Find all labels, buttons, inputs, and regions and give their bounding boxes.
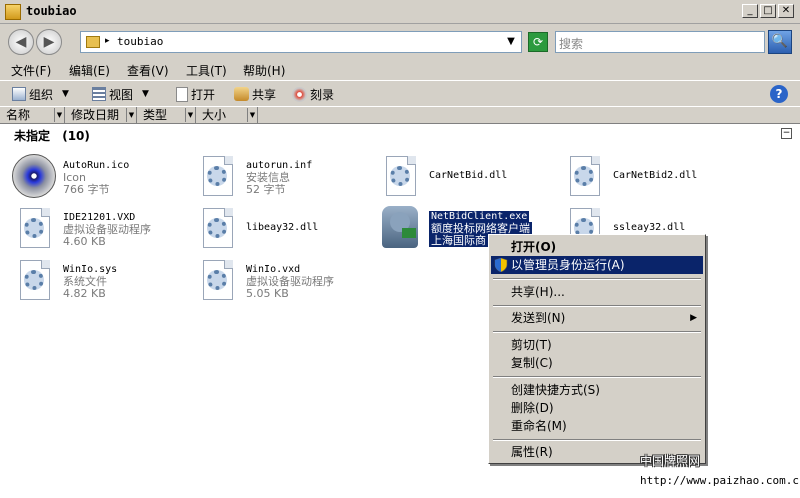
disc-icon [292, 86, 307, 102]
help-icon[interactable]: ? [770, 85, 788, 103]
window-title: toubiao [26, 4, 77, 18]
file-item[interactable]: WinIo.sys 系统文件 4.82 KB [10, 256, 185, 306]
file-item[interactable]: AutoRun.ico Icon 766 字节 [10, 152, 185, 202]
file-name: libeay32.dll [246, 222, 319, 233]
search-input[interactable]: 搜索 [555, 31, 765, 53]
chevron-down-icon: ▼ [62, 89, 69, 99]
open-button[interactable]: 打开 [176, 85, 215, 103]
organize-button[interactable]: 组织 ▼ [12, 85, 69, 103]
breadcrumb[interactable]: toubiao [117, 35, 163, 48]
menu-item-delete[interactable]: 删除(D) [491, 399, 703, 417]
menu-item-open[interactable]: 打开(O) [491, 238, 703, 256]
menu-item-share[interactable]: 共享(H)... [491, 283, 703, 301]
file-item[interactable]: IDE21201.VXD 虚拟设备驱动程序 4.60 KB [10, 204, 185, 254]
context-menu: 打开(O) 以管理员身份运行(A) 共享(H)... 发送到(N) ▶ 剪切(T… [488, 234, 706, 464]
driver-file-icon [10, 204, 58, 252]
submenu-arrow-icon: ▶ [690, 313, 697, 323]
menu-item-create-shortcut[interactable]: 创建快捷方式(S) [491, 381, 703, 399]
organize-icon [12, 87, 26, 101]
menu-separator [493, 439, 701, 441]
column-name[interactable]: 名称 ▼ [0, 107, 65, 124]
application-icon [376, 204, 424, 252]
menu-item-rename[interactable]: 重命名(M) [491, 417, 703, 435]
breadcrumb-arrow-icon[interactable]: ▸ [105, 36, 110, 46]
file-item[interactable]: libeay32.dll [193, 204, 368, 254]
folder-icon [5, 4, 21, 20]
system-file-icon [10, 256, 58, 304]
driver-file-icon [193, 256, 241, 304]
menu-tools[interactable]: 工具(T) [186, 62, 227, 79]
file-size: 4.60 KB [63, 235, 106, 248]
column-type[interactable]: 类型 ▼ [137, 107, 196, 124]
search-placeholder: 搜索 [559, 37, 584, 51]
settings-file-icon [193, 152, 241, 200]
collapse-icon[interactable]: − [781, 128, 792, 139]
menu-item-copy[interactable]: 复制(C) [491, 354, 703, 372]
menu-separator [493, 331, 701, 333]
menu-item-cut[interactable]: 剪切(T) [491, 336, 703, 354]
column-size[interactable]: 大小 ▼ [196, 107, 258, 124]
column-header-bar: 名称 ▼ 修改日期 ▼ 类型 ▼ 大小 ▼ [0, 106, 800, 124]
group-header[interactable]: 未指定 (10) [14, 127, 90, 144]
chevron-down-icon[interactable]: ▼ [126, 108, 136, 122]
menu-separator [493, 278, 701, 280]
menu-separator [493, 376, 701, 378]
toolbar: 组织 ▼ 视图 ▼ 打开 共享 刻录 ? [0, 80, 800, 106]
search-button[interactable]: 🔍 [768, 30, 792, 54]
chevron-down-icon[interactable]: ▼ [185, 108, 195, 122]
file-name: ssleay32.dll [613, 222, 686, 233]
watermark-text: 中国牌照网 [640, 454, 701, 468]
file-size: 4.82 KB [63, 287, 106, 300]
maximize-button[interactable]: □ [760, 4, 776, 18]
back-button[interactable]: ◀ [8, 29, 34, 55]
share-button[interactable]: 共享 [234, 85, 276, 103]
chevron-down-icon: ▼ [142, 89, 149, 99]
title-bar: toubiao _ □ ✕ [0, 0, 800, 24]
minimize-button[interactable]: _ [742, 4, 758, 18]
menu-item-send-to[interactable]: 发送到(N) ▶ [491, 309, 703, 327]
document-icon [176, 86, 188, 102]
file-name: NetBidClient.exe [429, 211, 530, 222]
menu-help[interactable]: 帮助(H) [243, 62, 285, 79]
menu-file[interactable]: 文件(F) [11, 62, 51, 79]
menu-edit[interactable]: 编辑(E) [69, 62, 110, 79]
menu-bar: 文件(F) 编辑(E) 查看(V) 工具(T) 帮助(H) [0, 60, 800, 80]
file-size: 766 字节 [63, 183, 110, 196]
menu-item-run-as-admin[interactable]: 以管理员身份运行(A) [491, 256, 703, 274]
watermark-url: http://www.paizhao.com.cn [640, 474, 800, 487]
dll-file-icon [560, 152, 608, 200]
dll-file-icon [193, 204, 241, 252]
address-dropdown-icon[interactable]: ▼ [503, 33, 519, 51]
file-item[interactable]: CarNetBid.dll [376, 152, 551, 202]
file-item[interactable]: CarNetBid2.dll [560, 152, 735, 202]
file-name: CarNetBid2.dll [613, 170, 698, 181]
menu-view[interactable]: 查看(V) [127, 62, 169, 79]
burn-button[interactable]: 刻录 [292, 85, 334, 103]
share-icon [234, 87, 249, 101]
uac-shield-icon [494, 258, 508, 272]
address-row: ◀ ▶ ▸ toubiao ▼ ⟳ 搜索 🔍 [0, 24, 800, 60]
file-size: 52 字节 [246, 183, 286, 196]
views-icon [92, 87, 106, 101]
forward-button[interactable]: ▶ [36, 29, 62, 55]
file-item[interactable]: WinIo.vxd 虚拟设备驱动程序 5.05 KB [193, 256, 368, 306]
close-button[interactable]: ✕ [778, 4, 794, 18]
disc-icon [10, 152, 58, 200]
menu-separator [493, 305, 701, 307]
file-name: CarNetBid.dll [429, 170, 508, 181]
address-bar[interactable]: ▸ toubiao ▼ [80, 31, 522, 53]
dll-file-icon [376, 152, 424, 200]
chevron-down-icon[interactable]: ▼ [247, 108, 257, 122]
column-date-modified[interactable]: 修改日期 ▼ [65, 107, 137, 124]
folder-icon [86, 36, 100, 48]
views-button[interactable]: 视图 ▼ [92, 85, 149, 103]
chevron-down-icon[interactable]: ▼ [54, 108, 64, 122]
file-size: 上海国际商 [429, 234, 488, 247]
refresh-button[interactable]: ⟳ [528, 32, 548, 52]
file-size: 5.05 KB [246, 287, 289, 300]
file-item[interactable]: autorun.inf 安装信息 52 字节 [193, 152, 368, 202]
